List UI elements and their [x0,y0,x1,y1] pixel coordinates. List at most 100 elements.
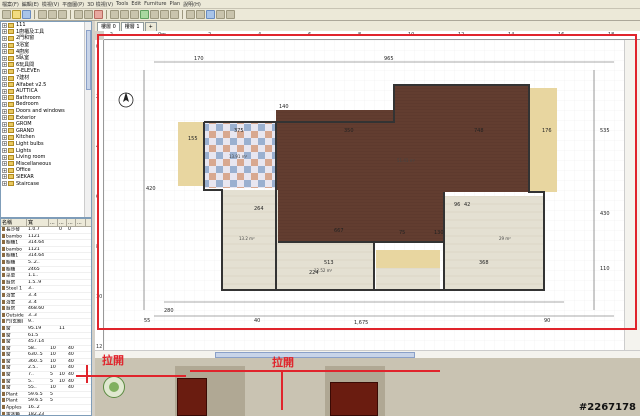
menu-item[interactable]: 編輯(E) [22,1,39,8]
scroll-thumb[interactable] [86,30,91,90]
catalog-category[interactable]: + Lights [1,147,91,154]
catalog-category[interactable]: +4廚房 [1,48,91,55]
catalog-category[interactable]: +1廚櫃及工具 [1,29,91,36]
add-furniture-icon[interactable] [110,10,119,19]
table-row[interactable]: 廚房 1.5..9 [1,279,91,287]
expand-icon[interactable]: + [2,62,7,68]
pan-mode-icon[interactable] [130,10,139,19]
column-header[interactable]: ... [67,219,76,226]
menu-item[interactable]: 說明(H) [183,1,201,8]
catalog-category[interactable]: +6玩具間 [1,62,91,69]
expand-icon[interactable]: + [2,141,7,147]
catalog-category[interactable]: + GRAND [1,128,91,135]
table-row[interactable]: Outside 3..3 [1,312,91,320]
create-labels-icon[interactable] [170,10,179,19]
menu-item[interactable]: Furniture [144,1,166,7]
expand-icon[interactable]: + [2,121,7,127]
create-walls-icon[interactable] [140,10,149,19]
catalog-category[interactable]: + Kitchen [1,134,91,141]
catalog-category[interactable]: + Office [1,167,91,174]
expand-icon[interactable]: + [2,174,7,180]
table-row[interactable]: 窗 2.5.. 10 40 [1,365,91,373]
table-row[interactable]: 門(玄關) 9.. [1,319,91,326]
catalog-category[interactable]: + Miscellaneous [1,160,91,167]
utility-room[interactable] [376,250,440,268]
catalog-category[interactable]: + Light bulbs [1,141,91,148]
add-level-tab[interactable]: + [144,22,157,31]
table-row[interactable]: 窗 360..5 10 40 [1,358,91,366]
menu-item[interactable]: 平面圖(P) [62,1,84,8]
expand-icon[interactable]: + [2,75,7,81]
menu-item[interactable]: Plan [170,1,181,7]
navigation-knob[interactable] [109,382,119,392]
table-row[interactable]: 窗 5.. 5 10 40 [1,378,91,386]
table-row[interactable]: 櫥櫃1 314.64 [1,253,91,260]
catalog-category[interactable]: +7-ELEVEn [1,68,91,75]
table-row[interactable]: 櫥櫃 5..2.. [1,259,91,267]
zoom-in-icon[interactable] [186,10,195,19]
table-row[interactable]: 長沙發 1.0.7 0 0 [1,227,91,234]
tab-level[interactable]: 樓層 1 [120,22,144,31]
side-room-left[interactable] [178,122,204,186]
expand-icon[interactable]: + [2,35,7,41]
table-row[interactable]: 菜單 1.1.. [1,273,91,280]
expand-icon[interactable]: + [2,42,7,48]
column-header[interactable]: 名稱 [1,219,27,226]
photo-icon[interactable] [206,10,215,19]
table-row[interactable]: 窗 61.5 [1,332,91,340]
expand-icon[interactable]: + [2,88,7,94]
side-room-right[interactable] [529,88,557,192]
copy-icon[interactable] [74,10,83,19]
catalog-category[interactable]: + Bathroom [1,95,91,102]
table-row[interactable]: Plant 59.6.5 5 [1,391,91,399]
expand-icon[interactable]: + [2,181,7,187]
tab-level[interactable]: 樓層 0 [97,22,120,31]
undo-icon[interactable] [48,10,57,19]
video-icon[interactable] [216,10,225,19]
catalog-category[interactable]: + AUTTICA [1,88,91,95]
catalog-category[interactable]: +5臥室 [1,55,91,62]
table-row[interactable]: 窗 58.. 10 40 [1,345,91,353]
table-row[interactable]: 電冰箱 182.23 [1,411,91,415]
expand-icon[interactable]: + [2,128,7,134]
table-row[interactable]: Steel 1 3.. [1,286,91,293]
table-row[interactable]: 浴室 3..4 [1,299,91,307]
delete-icon[interactable] [94,10,103,19]
expand-icon[interactable]: + [2,55,7,61]
redo-icon[interactable] [58,10,67,19]
catalog-category[interactable]: + Doors and windows [1,108,91,115]
floor-plan-canvas[interactable]: 170 965 535 140 420 350 748 176 375 264 155 667 75 13… [104,40,624,350]
column-header[interactable]: ... [58,219,67,226]
table-row[interactable]: 櫥櫃1 314.64 [1,240,91,247]
expand-icon[interactable]: + [2,154,7,160]
table-row[interactable]: 窗 55.. 10 40 [1,385,91,392]
expand-icon[interactable]: + [2,49,7,55]
east-room[interactable] [444,196,544,290]
zoom-out-icon[interactable] [196,10,205,19]
catalog-category[interactable]: + Alfabet v2.5 [1,81,91,88]
catalog-category[interactable]: + GROM [1,121,91,128]
dining-room[interactable] [278,242,374,290]
expand-icon[interactable]: + [2,101,7,107]
plan-horizontal-scrollbar[interactable] [95,350,640,358]
expand-icon[interactable]: + [2,134,7,140]
expand-icon[interactable]: + [2,95,7,101]
paste-icon[interactable] [84,10,93,19]
catalog-category[interactable]: + Exterior [1,114,91,121]
column-header[interactable]: 寬 [27,219,49,226]
expand-icon[interactable]: + [2,29,7,35]
expand-icon[interactable]: + [2,167,7,173]
help-icon[interactable] [226,10,235,19]
catalog-category[interactable]: +7建材 [1,75,91,82]
create-dimensions-icon[interactable] [160,10,169,19]
menu-item[interactable]: 3D 檢視(V) [87,1,113,8]
expand-icon[interactable]: + [2,108,7,114]
3d-navigation-icon[interactable] [103,376,125,398]
table-row[interactable]: 櫥櫃 2465 [1,266,91,274]
catalog-category[interactable]: + SIEKAR [1,174,91,181]
column-header[interactable]: ... [76,219,86,226]
cut-icon[interactable] [38,10,47,19]
furniture-list-table[interactable]: 名稱寬............ 長沙發 1.0.7 0 0 bambo 1121 櫥櫃1 31… [0,218,92,416]
table-row[interactable]: 浴室 3..4 [1,292,91,300]
menu-item[interactable]: Tools [116,1,128,7]
